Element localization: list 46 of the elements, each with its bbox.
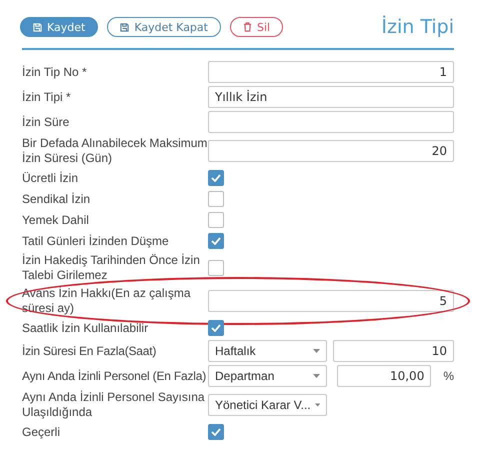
- checkbox[interactable]: [208, 191, 224, 207]
- field-label: İzin Süre: [22, 114, 70, 130]
- check-icon: [211, 324, 221, 332]
- caret-icon: [313, 374, 320, 378]
- page-title: İzin Tipi: [381, 16, 454, 38]
- checkbox[interactable]: [208, 260, 224, 276]
- save-icon: [120, 22, 130, 32]
- field-label: Sendikal İzin: [22, 192, 92, 206]
- checkbox[interactable]: [208, 320, 224, 336]
- field-label: İzin Hakediş Tarihinden Önce İzin Talebi Girilemez: [22, 253, 201, 283]
- field-label: Aynı Anda İzinli Personel Sayısına Ulaşıldığında: [22, 390, 206, 420]
- field-label: Saatlik İzin Kullanılabilir: [22, 320, 150, 336]
- checkbox[interactable]: [208, 212, 224, 228]
- field-label: İzin Tipi *: [22, 90, 72, 104]
- input-field[interactable]: 20: [208, 140, 454, 162]
- field-label: Aynı Anda İzinli Personel (En Fazla): [22, 368, 208, 384]
- check-icon: [211, 428, 221, 436]
- checkbox[interactable]: [208, 170, 224, 186]
- field-label: Ücretli İzin: [22, 170, 80, 186]
- trash-icon: [242, 22, 252, 32]
- field-label: İzin Tip No *: [22, 64, 88, 80]
- field-label: İzin Süresi En Fazla(Saat): [22, 344, 158, 358]
- dropdown[interactable]: Haftalık: [208, 340, 327, 362]
- save-icon: [33, 22, 42, 32]
- save-button[interactable]: Kaydet Kapat: [107, 17, 221, 37]
- dropdown[interactable]: Yönetici Karar V...: [208, 394, 327, 416]
- input-field[interactable]: Yıllık İzin: [208, 86, 454, 108]
- caret-icon: [313, 349, 320, 353]
- field-label: Geçerli: [22, 424, 62, 440]
- field-label: Bir Defada Alınabilecek Maksimum İzin Süresi (Gün): [22, 136, 208, 166]
- unit-label: %: [443, 369, 454, 383]
- field-label: Yemek Dahil: [22, 212, 90, 228]
- number-field[interactable]: 10,00: [337, 365, 432, 387]
- input-field[interactable]: [208, 111, 454, 133]
- checkbox[interactable]: [208, 233, 224, 249]
- caret-icon: [314, 403, 320, 407]
- checkbox[interactable]: [208, 424, 224, 440]
- input-field[interactable]: 1: [208, 61, 454, 83]
- input-field[interactable]: 5: [208, 290, 454, 312]
- field-label: Avans İzin Hakkı(En az çalışma süresi ay): [22, 286, 192, 316]
- check-icon: [211, 174, 221, 182]
- number-field[interactable]: 10: [333, 340, 454, 362]
- check-icon: [211, 237, 221, 245]
- delete-button[interactable]: Sil: [230, 17, 284, 37]
- field-label: Tatil Günleri İzinden Düşme: [22, 234, 170, 248]
- dropdown[interactable]: Departman: [208, 365, 327, 387]
